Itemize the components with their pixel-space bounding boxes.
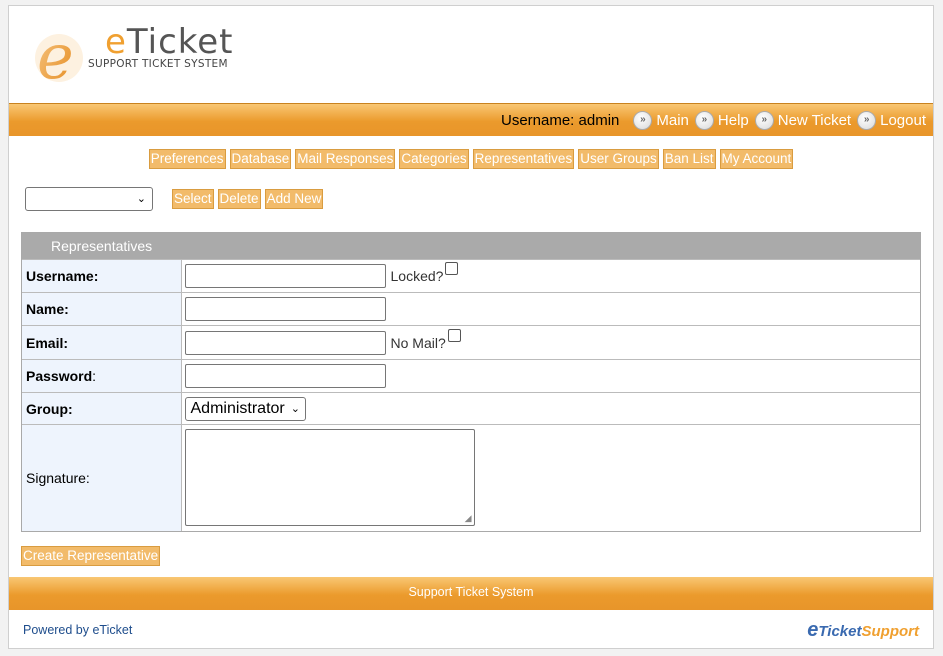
- double-chevron-icon: »: [857, 110, 877, 130]
- add-new-button[interactable]: Add New: [264, 189, 324, 209]
- username-field[interactable]: [184, 264, 386, 288]
- password-field[interactable]: [184, 364, 386, 388]
- representative-select[interactable]: ⌄: [25, 187, 153, 211]
- logo-title-e: e: [105, 22, 127, 62]
- chevron-down-icon: ⌄: [290, 403, 300, 415]
- double-chevron-icon: »: [694, 110, 714, 130]
- logo-title: eTicket: [105, 22, 234, 62]
- header-logo: e eTicket SUPPORT TICKET SYSTEM: [9, 6, 933, 104]
- resize-grip-icon[interactable]: ◢: [465, 513, 472, 524]
- nav-main-link[interactable]: » Main: [633, 110, 689, 130]
- tab-mail-responses[interactable]: Mail Responses: [295, 149, 396, 169]
- tab-my-account[interactable]: My Account: [719, 149, 794, 169]
- username-label: Username:: [22, 259, 182, 293]
- locked-checkbox[interactable]: [445, 262, 459, 275]
- email-label: Email:: [22, 325, 182, 360]
- group-select[interactable]: Administrator ⌄: [184, 396, 306, 421]
- admin-tabs: Preferences Database Mail Responses Cate…: [9, 149, 933, 169]
- name-label: Name:: [22, 292, 182, 326]
- password-label: Password:: [22, 359, 182, 393]
- nav-new-ticket-label: New Ticket: [777, 111, 852, 129]
- tab-ban-list[interactable]: Ban List: [662, 149, 716, 169]
- tab-categories[interactable]: Categories: [399, 149, 469, 169]
- representative-form: Representatives Username: Locked? Name: …: [21, 232, 921, 532]
- powered-by-link[interactable]: Powered by eTicket: [23, 623, 132, 637]
- nav-main-label: Main: [656, 111, 689, 129]
- tab-preferences[interactable]: Preferences: [148, 149, 226, 169]
- double-chevron-icon: »: [754, 110, 774, 130]
- footer-bar: Support Ticket System: [9, 577, 933, 610]
- delete-button[interactable]: Delete: [217, 189, 261, 209]
- username-display: Username: admin: [500, 111, 620, 129]
- nav-help-label: Help: [717, 111, 749, 129]
- no-mail-checkbox[interactable]: [447, 328, 461, 342]
- nav-help-link[interactable]: » Help: [694, 110, 749, 130]
- signature-label: Signature:: [22, 424, 182, 531]
- svg-text:e: e: [37, 20, 74, 86]
- form-heading: Representatives: [22, 233, 920, 259]
- no-mail-label: No Mail?: [390, 334, 446, 351]
- top-navbar: Username: admin » Main » Help » New Ticket …: [9, 103, 933, 136]
- name-field[interactable]: [184, 297, 386, 321]
- tab-representatives[interactable]: Representatives: [472, 149, 575, 169]
- tab-database[interactable]: Database: [229, 149, 292, 169]
- tab-user-groups[interactable]: User Groups: [578, 149, 659, 169]
- create-representative-button[interactable]: Create Representative: [21, 546, 161, 566]
- logo-subtitle: SUPPORT TICKET SYSTEM: [88, 58, 228, 70]
- group-label: Group:: [22, 392, 182, 425]
- nav-logout-link[interactable]: » Logout: [857, 110, 926, 130]
- locked-label: Locked?: [390, 268, 444, 284]
- signature-textarea[interactable]: ◢: [184, 429, 475, 527]
- eticket-logo-icon: e: [35, 20, 83, 86]
- chevron-down-icon: ⌄: [136, 193, 146, 205]
- double-chevron-icon: »: [633, 110, 653, 130]
- nav-new-ticket-link[interactable]: » New Ticket: [754, 110, 852, 130]
- email-field[interactable]: [184, 330, 386, 355]
- representative-selector-row: ⌄ Select Delete Add New: [25, 187, 324, 211]
- group-select-value: Administrator: [190, 399, 285, 417]
- page-frame: e eTicket SUPPORT TICKET SYSTEM Username…: [8, 5, 934, 649]
- logo-title-rest: Ticket: [126, 22, 234, 62]
- eticket-support-logo: eTicketSupport: [807, 619, 919, 641]
- nav-logout-label: Logout: [880, 111, 926, 129]
- select-button[interactable]: Select: [172, 189, 214, 209]
